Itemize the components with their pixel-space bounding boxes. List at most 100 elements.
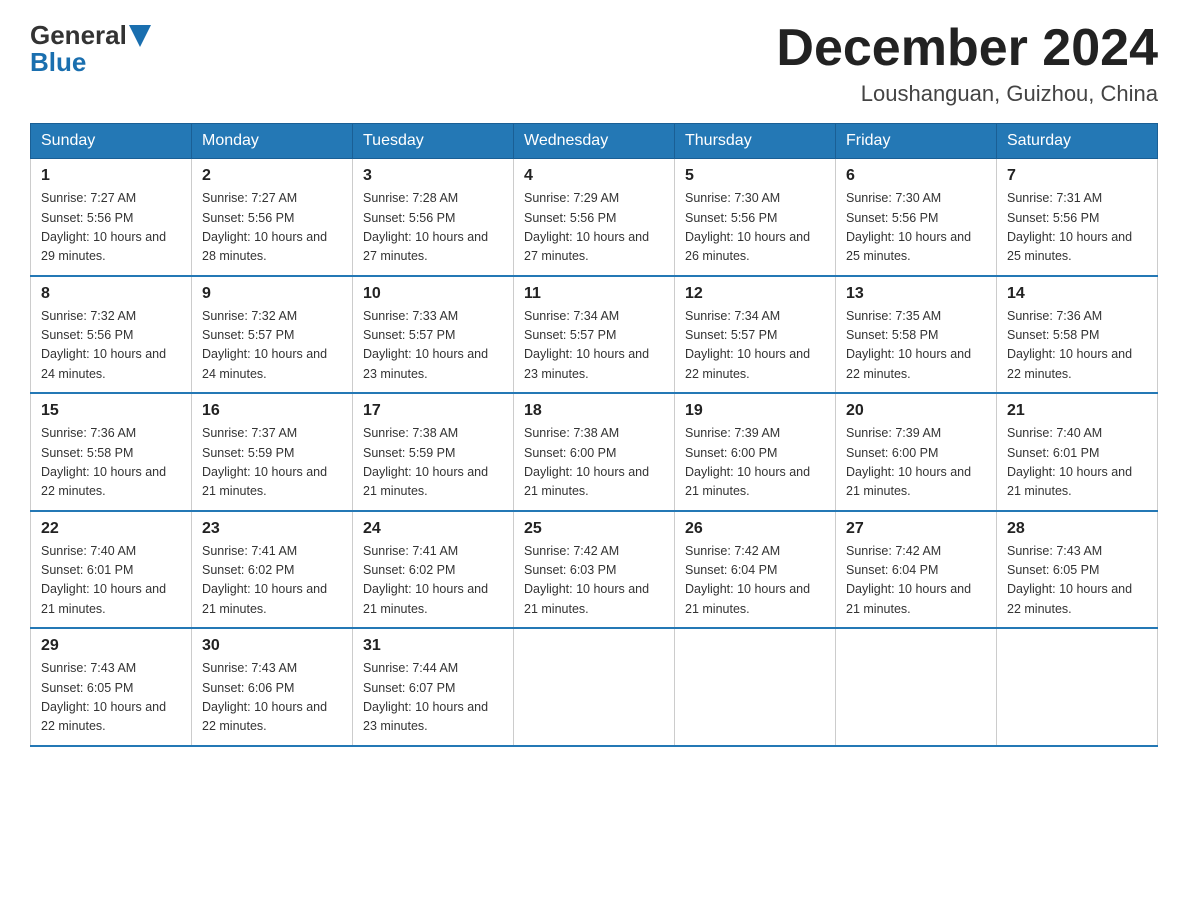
calendar-cell: 22 Sunrise: 7:40 AM Sunset: 6:01 PM Dayl… [31,511,192,629]
day-number: 6 [846,167,986,185]
day-number: 7 [1007,167,1147,185]
sun-info: Sunrise: 7:35 AM Sunset: 5:58 PM Dayligh… [846,307,986,385]
logo: General Blue [30,20,151,78]
calendar-cell: 8 Sunrise: 7:32 AM Sunset: 5:56 PM Dayli… [31,276,192,394]
calendar-cell: 23 Sunrise: 7:41 AM Sunset: 6:02 PM Dayl… [192,511,353,629]
sun-info: Sunrise: 7:41 AM Sunset: 6:02 PM Dayligh… [202,542,342,620]
day-number: 9 [202,285,342,303]
day-number: 5 [685,167,825,185]
calendar-cell: 19 Sunrise: 7:39 AM Sunset: 6:00 PM Dayl… [675,393,836,511]
calendar-week-row: 1 Sunrise: 7:27 AM Sunset: 5:56 PM Dayli… [31,159,1158,276]
sun-info: Sunrise: 7:42 AM Sunset: 6:04 PM Dayligh… [685,542,825,620]
calendar-cell: 31 Sunrise: 7:44 AM Sunset: 6:07 PM Dayl… [353,628,514,746]
logo-blue: Blue [30,47,86,78]
calendar-cell: 27 Sunrise: 7:42 AM Sunset: 6:04 PM Dayl… [836,511,997,629]
sun-info: Sunrise: 7:40 AM Sunset: 6:01 PM Dayligh… [41,542,181,620]
sun-info: Sunrise: 7:27 AM Sunset: 5:56 PM Dayligh… [41,189,181,267]
calendar-cell: 13 Sunrise: 7:35 AM Sunset: 5:58 PM Dayl… [836,276,997,394]
sun-info: Sunrise: 7:36 AM Sunset: 5:58 PM Dayligh… [41,424,181,502]
weekday-header-tuesday: Tuesday [353,124,514,159]
sun-info: Sunrise: 7:42 AM Sunset: 6:03 PM Dayligh… [524,542,664,620]
sun-info: Sunrise: 7:42 AM Sunset: 6:04 PM Dayligh… [846,542,986,620]
weekday-header-monday: Monday [192,124,353,159]
calendar-cell: 11 Sunrise: 7:34 AM Sunset: 5:57 PM Dayl… [514,276,675,394]
calendar-cell: 20 Sunrise: 7:39 AM Sunset: 6:00 PM Dayl… [836,393,997,511]
sun-info: Sunrise: 7:36 AM Sunset: 5:58 PM Dayligh… [1007,307,1147,385]
sun-info: Sunrise: 7:41 AM Sunset: 6:02 PM Dayligh… [363,542,503,620]
sun-info: Sunrise: 7:30 AM Sunset: 5:56 PM Dayligh… [846,189,986,267]
day-number: 3 [363,167,503,185]
calendar-cell: 2 Sunrise: 7:27 AM Sunset: 5:56 PM Dayli… [192,159,353,276]
sun-info: Sunrise: 7:29 AM Sunset: 5:56 PM Dayligh… [524,189,664,267]
calendar-cell: 5 Sunrise: 7:30 AM Sunset: 5:56 PM Dayli… [675,159,836,276]
sun-info: Sunrise: 7:43 AM Sunset: 6:05 PM Dayligh… [1007,542,1147,620]
sun-info: Sunrise: 7:33 AM Sunset: 5:57 PM Dayligh… [363,307,503,385]
calendar-cell: 10 Sunrise: 7:33 AM Sunset: 5:57 PM Dayl… [353,276,514,394]
calendar-cell: 26 Sunrise: 7:42 AM Sunset: 6:04 PM Dayl… [675,511,836,629]
weekday-header-friday: Friday [836,124,997,159]
day-number: 20 [846,402,986,420]
day-number: 2 [202,167,342,185]
day-number: 24 [363,520,503,538]
sun-info: Sunrise: 7:37 AM Sunset: 5:59 PM Dayligh… [202,424,342,502]
calendar-cell: 29 Sunrise: 7:43 AM Sunset: 6:05 PM Dayl… [31,628,192,746]
day-number: 27 [846,520,986,538]
day-number: 11 [524,285,664,303]
calendar-cell: 15 Sunrise: 7:36 AM Sunset: 5:58 PM Dayl… [31,393,192,511]
day-number: 16 [202,402,342,420]
day-number: 26 [685,520,825,538]
sun-info: Sunrise: 7:39 AM Sunset: 6:00 PM Dayligh… [846,424,986,502]
day-number: 14 [1007,285,1147,303]
location-title: Loushanguan, Guizhou, China [776,81,1158,107]
weekday-header-sunday: Sunday [31,124,192,159]
day-number: 21 [1007,402,1147,420]
sun-info: Sunrise: 7:32 AM Sunset: 5:57 PM Dayligh… [202,307,342,385]
day-number: 4 [524,167,664,185]
calendar-cell: 7 Sunrise: 7:31 AM Sunset: 5:56 PM Dayli… [997,159,1158,276]
calendar-cell: 18 Sunrise: 7:38 AM Sunset: 6:00 PM Dayl… [514,393,675,511]
calendar-cell: 17 Sunrise: 7:38 AM Sunset: 5:59 PM Dayl… [353,393,514,511]
calendar-week-row: 29 Sunrise: 7:43 AM Sunset: 6:05 PM Dayl… [31,628,1158,746]
month-title: December 2024 [776,20,1158,77]
calendar-cell [997,628,1158,746]
calendar-cell: 30 Sunrise: 7:43 AM Sunset: 6:06 PM Dayl… [192,628,353,746]
sun-info: Sunrise: 7:34 AM Sunset: 5:57 PM Dayligh… [685,307,825,385]
calendar-cell: 1 Sunrise: 7:27 AM Sunset: 5:56 PM Dayli… [31,159,192,276]
day-number: 15 [41,402,181,420]
day-number: 8 [41,285,181,303]
sun-info: Sunrise: 7:31 AM Sunset: 5:56 PM Dayligh… [1007,189,1147,267]
weekday-header-saturday: Saturday [997,124,1158,159]
sun-info: Sunrise: 7:38 AM Sunset: 6:00 PM Dayligh… [524,424,664,502]
logo-triangle-icon [129,25,151,47]
sun-info: Sunrise: 7:40 AM Sunset: 6:01 PM Dayligh… [1007,424,1147,502]
calendar-week-row: 8 Sunrise: 7:32 AM Sunset: 5:56 PM Dayli… [31,276,1158,394]
calendar-table: SundayMondayTuesdayWednesdayThursdayFrid… [30,123,1158,747]
calendar-cell: 25 Sunrise: 7:42 AM Sunset: 6:03 PM Dayl… [514,511,675,629]
sun-info: Sunrise: 7:34 AM Sunset: 5:57 PM Dayligh… [524,307,664,385]
calendar-cell: 3 Sunrise: 7:28 AM Sunset: 5:56 PM Dayli… [353,159,514,276]
sun-info: Sunrise: 7:30 AM Sunset: 5:56 PM Dayligh… [685,189,825,267]
day-number: 12 [685,285,825,303]
sun-info: Sunrise: 7:38 AM Sunset: 5:59 PM Dayligh… [363,424,503,502]
calendar-cell: 9 Sunrise: 7:32 AM Sunset: 5:57 PM Dayli… [192,276,353,394]
calendar-cell: 6 Sunrise: 7:30 AM Sunset: 5:56 PM Dayli… [836,159,997,276]
calendar-header-row: SundayMondayTuesdayWednesdayThursdayFrid… [31,124,1158,159]
day-number: 18 [524,402,664,420]
calendar-cell: 21 Sunrise: 7:40 AM Sunset: 6:01 PM Dayl… [997,393,1158,511]
calendar-cell [675,628,836,746]
calendar-cell [836,628,997,746]
day-number: 30 [202,637,342,655]
calendar-cell: 28 Sunrise: 7:43 AM Sunset: 6:05 PM Dayl… [997,511,1158,629]
day-number: 13 [846,285,986,303]
calendar-week-row: 15 Sunrise: 7:36 AM Sunset: 5:58 PM Dayl… [31,393,1158,511]
calendar-cell [514,628,675,746]
day-number: 22 [41,520,181,538]
calendar-week-row: 22 Sunrise: 7:40 AM Sunset: 6:01 PM Dayl… [31,511,1158,629]
calendar-cell: 4 Sunrise: 7:29 AM Sunset: 5:56 PM Dayli… [514,159,675,276]
calendar-cell: 24 Sunrise: 7:41 AM Sunset: 6:02 PM Dayl… [353,511,514,629]
day-number: 23 [202,520,342,538]
sun-info: Sunrise: 7:43 AM Sunset: 6:05 PM Dayligh… [41,659,181,737]
day-number: 17 [363,402,503,420]
day-number: 1 [41,167,181,185]
day-number: 31 [363,637,503,655]
